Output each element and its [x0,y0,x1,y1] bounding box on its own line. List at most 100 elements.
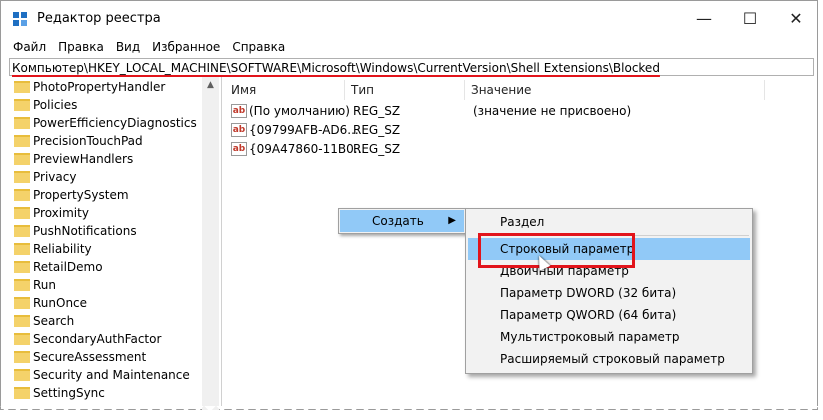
submenu-item-label: Параметр QWORD (64 бита) [500,308,677,322]
folder-icon [14,387,30,399]
tree-item[interactable]: Reliability [8,240,208,258]
torn-edge [0,406,823,420]
tree-item-label: SecureAssessment [33,350,147,364]
tree-scrollbar[interactable]: ▲ [202,77,219,410]
tree-item[interactable]: PhotoPropertyHandler [8,78,208,96]
tree-item[interactable]: Run [8,276,208,294]
menu-view[interactable]: Вид [110,37,146,57]
menu-help[interactable]: Справка [226,37,291,57]
folder-icon [14,261,30,273]
ab-string-icon: ab [231,104,247,118]
tree-item[interactable]: PowerEfficiencyDiagnostics [8,114,208,132]
tree-item[interactable]: Search [8,312,208,330]
submenu-item-label: Параметр DWORD (32 бита) [500,286,677,300]
folder-icon [14,81,30,93]
tree-item-label: Run [33,278,57,292]
minimize-icon[interactable]: — [681,1,727,37]
address-path: HKEY_LOCAL_MACHINE\SOFTWARE\Microsoft\Wi… [87,61,660,75]
registry-icon [13,12,29,28]
ab-string-icon: ab [231,142,247,156]
folder-icon [14,225,30,237]
tree-item[interactable]: RetailDemo [8,258,208,276]
tree-item-label: Privacy [33,170,77,184]
submenu-item[interactable]: Параметр QWORD (64 бита) [468,304,750,326]
tree-item-label: PhotoPropertyHandler [33,80,166,94]
value-type: REG_SZ [353,104,401,118]
tree-item-label: Proximity [33,206,89,220]
tree-item[interactable]: SettingSync [8,384,208,402]
tree-item-label: Search [33,314,75,328]
folder-icon [14,99,30,111]
address-prefix: Компьютер\ [12,61,88,75]
submenu-item[interactable]: Расширяемый строковый параметр [468,348,750,370]
tree-item[interactable]: SecondaryAuthFactor [8,330,208,348]
context-menu: Создать ▶ [338,208,466,234]
folder-icon [14,171,30,183]
folder-icon [14,315,30,327]
tree-item[interactable]: Security and Maintenance [8,366,208,384]
key-tree: PhotoPropertyHandler Policies PowerEfficie… [8,77,222,410]
folder-icon [14,117,30,129]
tree-item[interactable]: PropertySystem [8,186,208,204]
column-type[interactable]: Тип [345,80,465,100]
submenu-item[interactable]: Мультистроковый параметр [468,326,750,348]
menu-favorites[interactable]: Избранное [146,37,226,57]
value-type: REG_SZ [353,142,401,156]
tree-item-label: PushNotifications [33,224,137,238]
tree-item[interactable]: Privacy [8,168,208,186]
tree-item-label: RetailDemo [33,260,103,274]
tree-item-label: Security and Maintenance [33,368,190,382]
folder-icon [14,297,30,309]
submenu-item-label: Расширяемый строковый параметр [500,352,725,366]
value-row[interactable]: ab (По умолчанию) REG_SZ (значение не присв… [225,102,785,121]
folder-icon [14,243,30,255]
folder-icon [14,351,30,363]
tree-item[interactable]: Proximity [8,204,208,222]
create-menu-item[interactable]: Создать ▶ [340,210,464,232]
folder-icon [14,135,30,147]
submenu-item-label: Мультистроковый параметр [500,330,680,344]
value-name: {09A47860-11B0... [249,142,366,156]
tree-item-label: RunOnce [33,296,88,310]
folder-icon [14,153,30,165]
tree-item-label: SettingSync [33,386,105,400]
submenu-item[interactable]: Параметр DWORD (32 бита) [468,282,750,304]
scroll-up-icon[interactable]: ▲ [202,77,219,94]
folder-icon [14,333,30,345]
submenu-item[interactable]: Раздел [468,211,750,233]
folder-icon [14,189,30,201]
column-name[interactable]: Имя [225,80,345,100]
ab-string-icon: ab [231,123,247,137]
tree-item-label: SecondaryAuthFactor [33,332,162,346]
maximize-icon[interactable]: ☐ [727,1,773,37]
tree-item-label: PowerEfficiencyDiagnostics [33,116,197,130]
menu-bar: Файл Правка Вид Избранное Справка [1,37,817,57]
tree-item[interactable]: RunOnce [8,294,208,312]
tree-item-label: PreviewHandlers [33,152,134,166]
value-name: {09799AFB-AD6... [249,123,359,137]
tree-item[interactable]: Policies [8,96,208,114]
value-row[interactable]: ab {09A47860-11B0... REG_SZ [225,140,785,159]
window-title: Редактор реестра [37,11,161,26]
tree-item-label: PropertySystem [33,188,129,202]
tree-item[interactable]: PreviewHandlers [8,150,208,168]
title-bar: Редактор реестра — ☐ ✕ [1,1,817,37]
folder-icon [14,207,30,219]
folder-icon [14,279,30,291]
submenu-item-label: Раздел [500,215,545,229]
value-name: (По умолчанию) [249,104,350,118]
column-value[interactable]: Значение [465,80,765,100]
close-icon[interactable]: ✕ [773,1,817,37]
tree-item-label: Policies [33,98,78,112]
tree-item[interactable]: PrecisionTouchPad [8,132,208,150]
create-label: Создать [372,214,424,228]
value-type: REG_SZ [353,123,401,137]
value-row[interactable]: ab {09799AFB-AD6... REG_SZ [225,121,785,140]
tree-item[interactable]: SecureAssessment [8,348,208,366]
address-bar[interactable]: Компьютер\HKEY_LOCAL_MACHINE\SOFTWARE\Mi… [9,58,814,76]
annotation-highlight-box [478,233,635,268]
menu-edit[interactable]: Правка [52,37,110,57]
tree-item[interactable]: PushNotifications [8,222,208,240]
folder-icon [14,369,30,381]
menu-file[interactable]: Файл [1,37,52,57]
